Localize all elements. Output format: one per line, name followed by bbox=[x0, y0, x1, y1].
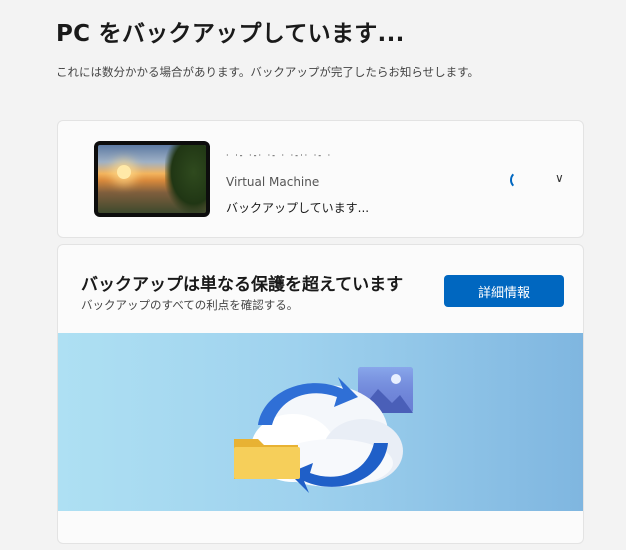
promo-subtitle: バックアップのすべての利点を確認する。 bbox=[81, 298, 299, 312]
device-thumbnail bbox=[94, 141, 210, 217]
learn-more-button[interactable]: 詳細情報 bbox=[444, 275, 564, 307]
folder-icon bbox=[234, 439, 300, 479]
promo-card: バックアップは単なる保護を超えています バックアップのすべての利点を確認する。 … bbox=[57, 244, 584, 544]
device-name: · ·- ·-· ·- · ·-·· ·- · bbox=[226, 151, 333, 160]
device-type: Virtual Machine bbox=[226, 175, 320, 189]
cloud-sync-icon bbox=[234, 367, 413, 493]
page-subtitle: これには数分かかる場合があります。バックアップが完了したらお知らせします。 bbox=[56, 65, 479, 79]
device-card[interactable]: · ·- ·-· ·- · ·-·· ·- · Virtual Machine … bbox=[57, 120, 584, 238]
promo-title: バックアップは単なる保護を超えています bbox=[81, 275, 404, 295]
progress-ring-icon bbox=[510, 171, 528, 189]
sun-shape bbox=[117, 165, 132, 180]
page-title: PC をバックアップしています... bbox=[56, 21, 405, 47]
promo-banner bbox=[58, 333, 583, 511]
backup-status: バックアップしています... bbox=[226, 201, 370, 215]
chevron-down-icon[interactable]: ∨ bbox=[555, 171, 564, 185]
palm-shape bbox=[164, 145, 206, 213]
wallpaper-image bbox=[98, 145, 206, 213]
